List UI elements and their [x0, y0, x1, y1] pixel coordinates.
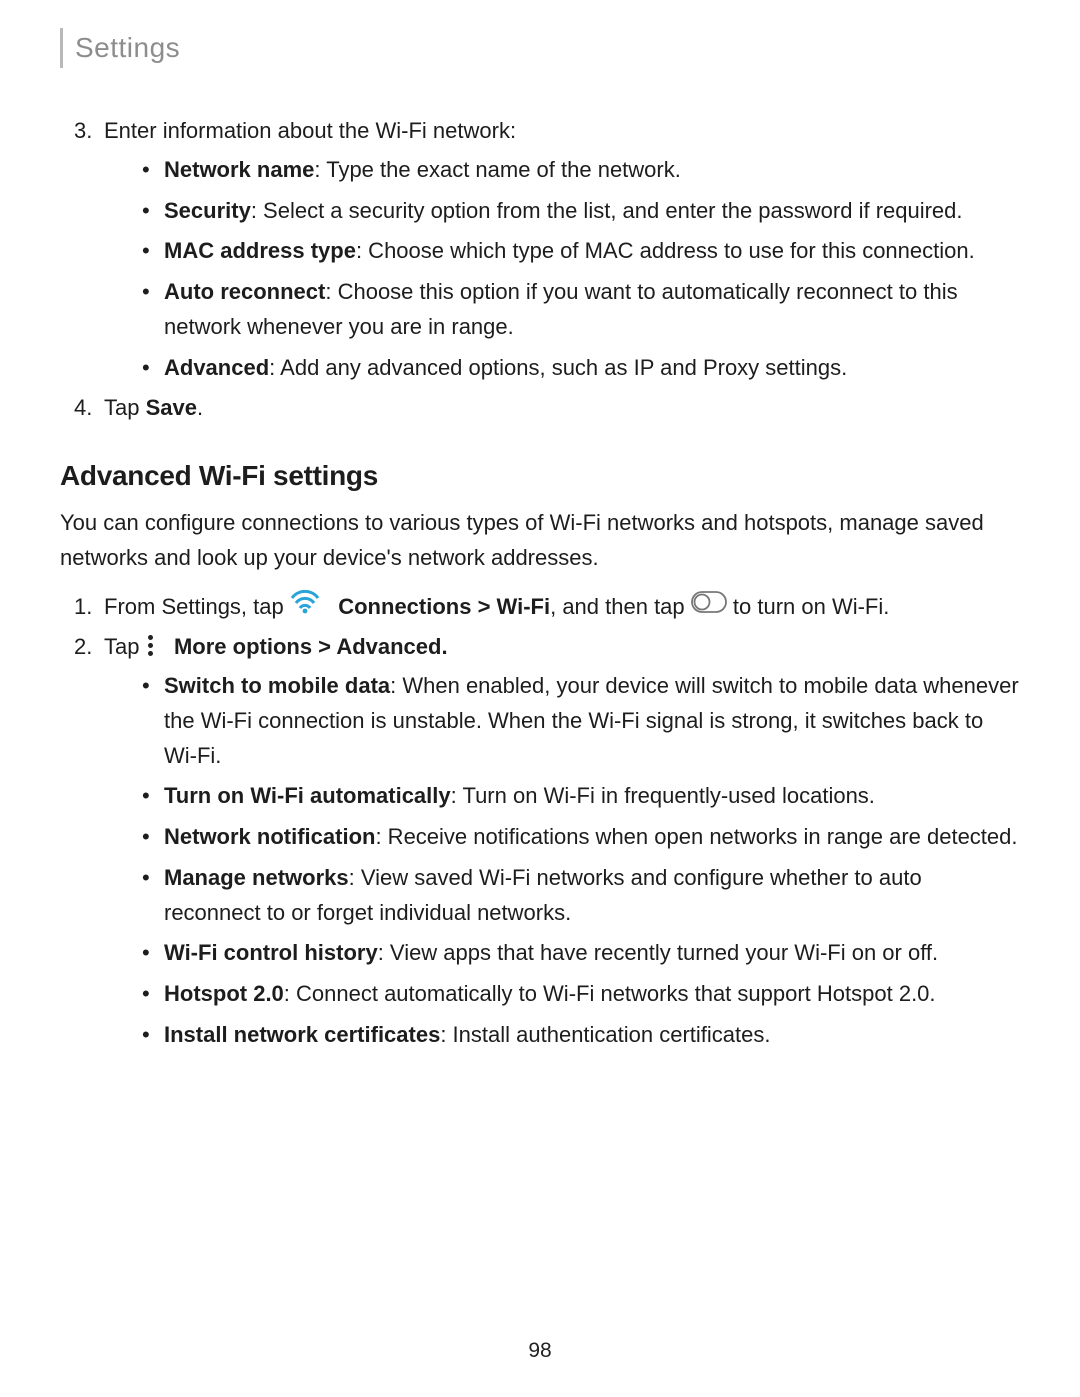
- text-mid: , and then tap: [550, 594, 691, 619]
- item-desc: : Select a security option from the list…: [251, 198, 963, 223]
- step3-bullets: Network name: Type the exact name of the…: [60, 153, 1020, 386]
- page-number: 98: [0, 1339, 1080, 1363]
- list-item: Install network certificates: Install au…: [142, 1018, 1020, 1053]
- item-desc: : Type the exact name of the network.: [314, 157, 680, 182]
- item-desc: : Connect automatically to Wi-Fi network…: [284, 981, 936, 1006]
- more-options-icon: [147, 635, 155, 656]
- intro-paragraph: You can configure connections to various…: [60, 506, 1020, 576]
- ordered-step-3: 3. Enter information about the Wi-Fi net…: [60, 114, 1020, 149]
- item-label: Manage networks: [164, 865, 349, 890]
- list-item: Wi-Fi control history: View apps that ha…: [142, 936, 1020, 971]
- item-label: Advanced: [164, 355, 269, 380]
- ordered-step-4: 4. Tap Save.: [60, 391, 1020, 426]
- list-item: Switch to mobile data: When enabled, you…: [142, 669, 1020, 773]
- text-bold: Connections > Wi-Fi: [338, 594, 550, 619]
- step-text: From Settings, tap Connections > Wi-Fi, …: [104, 590, 889, 627]
- ordered-step-2: 2. Tap More options > Advanced.: [60, 630, 1020, 665]
- step-text: Tap Save.: [104, 391, 203, 426]
- step-text: Tap More options > Advanced.: [104, 630, 448, 665]
- item-desc: : Install authentication certificates.: [440, 1022, 770, 1047]
- item-label: Security: [164, 198, 251, 223]
- item-desc: : Choose which type of MAC address to us…: [356, 238, 975, 263]
- text-prefix: Tap: [104, 395, 146, 420]
- subsection-heading: Advanced Wi-Fi settings: [60, 454, 1020, 498]
- text-bold: Save: [146, 395, 197, 420]
- item-label: Switch to mobile data: [164, 673, 390, 698]
- header-rule: [60, 28, 63, 68]
- list-item: Network notification: Receive notificati…: [142, 820, 1020, 855]
- list-item: Turn on Wi-Fi automatically: Turn on Wi-…: [142, 779, 1020, 814]
- item-label: Turn on Wi-Fi automatically: [164, 783, 451, 808]
- item-label: Install network certificates: [164, 1022, 440, 1047]
- page-header: Settings: [60, 28, 1020, 68]
- item-label: Hotspot 2.0: [164, 981, 284, 1006]
- step2-bullets: Switch to mobile data: When enabled, you…: [60, 669, 1020, 1053]
- list-item: Auto reconnect: Choose this option if yo…: [142, 275, 1020, 345]
- item-label: Network notification: [164, 824, 375, 849]
- list-item: MAC address type: Choose which type of M…: [142, 234, 1020, 269]
- ordered-step-1: 1. From Settings, tap Connections > Wi-F…: [60, 590, 1020, 627]
- text-post: to turn on Wi-Fi.: [733, 594, 889, 619]
- toggle-off-icon: [691, 589, 727, 624]
- page-content: 3. Enter information about the Wi-Fi net…: [60, 114, 1020, 1053]
- wifi-icon: [290, 588, 320, 625]
- text-suffix: .: [197, 395, 203, 420]
- item-label: Wi-Fi control history: [164, 940, 378, 965]
- list-item: Network name: Type the exact name of the…: [142, 153, 1020, 188]
- item-desc: : Turn on Wi-Fi in frequently-used locat…: [451, 783, 875, 808]
- document-page: Settings 3. Enter information about the …: [0, 0, 1080, 1397]
- item-desc: : Add any advanced options, such as IP a…: [269, 355, 847, 380]
- section-title: Settings: [75, 32, 180, 64]
- list-item: Hotspot 2.0: Connect automatically to Wi…: [142, 977, 1020, 1012]
- list-item: Manage networks: View saved Wi-Fi networ…: [142, 861, 1020, 931]
- text-pre: Tap: [104, 634, 146, 659]
- item-label: Auto reconnect: [164, 279, 325, 304]
- item-label: Network name: [164, 157, 314, 182]
- list-item: Advanced: Add any advanced options, such…: [142, 351, 1020, 386]
- list-item: Security: Select a security option from …: [142, 194, 1020, 229]
- item-desc: : Receive notifications when open networ…: [375, 824, 1017, 849]
- step-text: Enter information about the Wi-Fi networ…: [104, 114, 516, 149]
- step-number: 4.: [74, 391, 104, 426]
- text-bold: More options > Advanced.: [174, 634, 448, 659]
- text-pre: From Settings, tap: [104, 594, 290, 619]
- item-desc: : View apps that have recently turned yo…: [378, 940, 938, 965]
- step-number: 2.: [74, 630, 104, 665]
- step-number: 3.: [74, 114, 104, 149]
- step-number: 1.: [74, 590, 104, 627]
- item-label: MAC address type: [164, 238, 356, 263]
